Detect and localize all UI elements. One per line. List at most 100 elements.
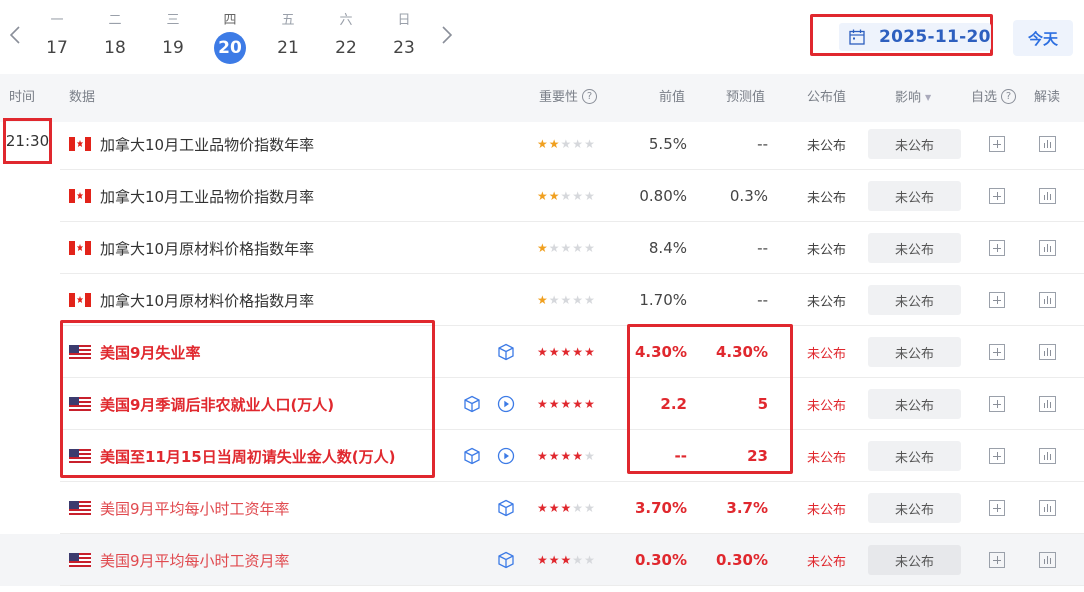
help-icon[interactable]: ?	[582, 89, 598, 104]
bar-chart-icon	[1039, 396, 1056, 412]
importance-stars: ★ ★ ★ ★ ★	[537, 534, 596, 586]
day-number: 20	[214, 32, 246, 64]
plus-square-icon	[989, 136, 1005, 152]
help-icon[interactable]: ?	[1001, 89, 1017, 104]
actual-value-cell: 未公布	[807, 482, 846, 534]
event-cell[interactable]: 加拿大10月原材料价格指数月率	[69, 274, 314, 326]
forecast-value: 0.30%	[715, 551, 768, 569]
event-name[interactable]: 加拿大10月工业品物价指数年率	[100, 134, 314, 155]
cube-icon[interactable]	[463, 378, 481, 430]
add-to-watchlist-button[interactable]	[989, 430, 1005, 482]
add-to-watchlist-button[interactable]	[989, 274, 1005, 326]
cube-icon[interactable]	[497, 482, 515, 534]
analysis-button[interactable]	[1039, 482, 1056, 534]
event-name[interactable]: 美国9月平均每小时工资月率	[100, 550, 290, 571]
table-row[interactable]: 加拿大10月工业品物价指数年率 ★ ★ ★ ★ ★ 5.5% -- 未公布 未公布	[0, 118, 1084, 170]
event-name[interactable]: 加拿大10月工业品物价指数月率	[100, 186, 314, 207]
event-cell[interactable]: 加拿大10月工业品物价指数月率	[69, 170, 314, 222]
event-name[interactable]: 美国9月平均每小时工资年率	[100, 498, 290, 519]
star-icon: ★	[572, 345, 585, 359]
day-18[interactable]: 二 18	[95, 12, 135, 64]
impact-badge: 未公布	[868, 181, 961, 211]
star-icon: ★	[572, 137, 585, 151]
add-to-watchlist-button[interactable]	[989, 534, 1005, 586]
plus-square-icon	[989, 500, 1005, 516]
header-impact[interactable]: 影响 ▼	[895, 74, 931, 122]
analysis-button[interactable]	[1039, 170, 1056, 222]
event-cell[interactable]: 加拿大10月工业品物价指数年率	[69, 118, 314, 170]
add-to-watchlist-button[interactable]	[989, 170, 1005, 222]
plus-square-icon	[989, 396, 1005, 412]
header-watchlist-label: 自选	[971, 90, 998, 105]
chevron-left-icon[interactable]	[8, 24, 22, 46]
header-previous: 前值	[659, 90, 686, 105]
star-icon: ★	[537, 553, 549, 567]
caret-down-icon[interactable]: ▼	[925, 74, 931, 122]
impact-cell: 未公布	[868, 118, 961, 170]
selected-date: 2025-11-20	[879, 27, 991, 47]
add-to-watchlist-button[interactable]	[989, 222, 1005, 274]
event-cell[interactable]: 美国9月平均每小时工资年率	[69, 482, 290, 534]
forecast-value-cell: --	[700, 118, 768, 170]
table-row[interactable]: 加拿大10月原材料价格指数年率 ★ ★ ★ ★ ★ 8.4% -- 未公布 未公布	[0, 222, 1084, 274]
table-row[interactable]: 美国9月平均每小时工资月率 ★ ★ ★ ★ ★ 0.30% 0.30% 未公布 未公布	[0, 534, 1084, 586]
cube-icon[interactable]	[497, 326, 515, 378]
star-icon: ★	[584, 397, 596, 411]
calendar-icon	[849, 29, 865, 45]
header-data: 数据	[69, 90, 96, 105]
date-picker[interactable]: 2025-11-20	[810, 14, 993, 56]
header-importance-label: 重要性	[539, 90, 579, 105]
cube-icon[interactable]	[497, 534, 515, 586]
analysis-button[interactable]	[1039, 430, 1056, 482]
add-to-watchlist-button[interactable]	[989, 118, 1005, 170]
event-name[interactable]: 加拿大10月原材料价格指数年率	[100, 238, 314, 259]
table-row[interactable]: 美国9月平均每小时工资年率 ★ ★ ★ ★ ★ 3.70% 3.7% 未公布 未公布	[0, 482, 1084, 534]
star-icon: ★	[584, 345, 596, 359]
day-20[interactable]: 四 20	[210, 12, 250, 64]
impact-cell: 未公布	[868, 534, 961, 586]
table-row[interactable]: 加拿大10月原材料价格指数月率 ★ ★ ★ ★ ★ 1.70% -- 未公布 未公布	[0, 274, 1084, 326]
impact-cell: 未公布	[868, 326, 961, 378]
star-icon: ★	[584, 241, 596, 255]
star-icon: ★	[560, 449, 573, 463]
add-to-watchlist-button[interactable]	[989, 482, 1005, 534]
weekday-label: 一	[50, 13, 64, 28]
forecast-value: --	[757, 291, 768, 309]
highlight-box-us-events	[60, 320, 435, 478]
forecast-value: 3.7%	[726, 499, 768, 517]
analysis-button[interactable]	[1039, 222, 1056, 274]
today-button[interactable]: 今天	[1013, 20, 1073, 56]
star-icon: ★	[548, 397, 561, 411]
row-divider	[60, 585, 1084, 586]
star-icon: ★	[584, 501, 596, 515]
analysis-button[interactable]	[1039, 326, 1056, 378]
day-23[interactable]: 日 23	[384, 12, 424, 64]
chevron-right-icon[interactable]	[440, 24, 454, 46]
day-19[interactable]: 三 19	[153, 12, 193, 64]
analysis-button[interactable]	[1039, 274, 1056, 326]
analysis-button[interactable]	[1039, 534, 1056, 586]
impact-badge: 未公布	[868, 441, 961, 471]
star-icon: ★	[572, 241, 585, 255]
importance-stars: ★ ★ ★ ★ ★	[537, 222, 596, 274]
play-icon[interactable]	[497, 430, 515, 482]
date-picker-field[interactable]: 2025-11-20	[839, 23, 991, 51]
plus-square-icon	[989, 344, 1005, 360]
event-cell[interactable]: 加拿大10月原材料价格指数年率	[69, 222, 314, 274]
day-number: 18	[104, 38, 126, 58]
event-cell[interactable]: 美国9月平均每小时工资月率	[69, 534, 290, 586]
day-21[interactable]: 五 21	[268, 12, 308, 64]
play-icon[interactable]	[497, 378, 515, 430]
day-22[interactable]: 六 22	[326, 12, 366, 64]
canada-flag-icon	[69, 189, 91, 203]
canada-flag-icon	[69, 241, 91, 255]
add-to-watchlist-button[interactable]	[989, 326, 1005, 378]
analysis-button[interactable]	[1039, 118, 1056, 170]
add-to-watchlist-button[interactable]	[989, 378, 1005, 430]
analysis-button[interactable]	[1039, 378, 1056, 430]
cube-icon[interactable]	[463, 430, 481, 482]
impact-badge: 未公布	[868, 545, 961, 575]
event-name[interactable]: 加拿大10月原材料价格指数月率	[100, 290, 314, 311]
table-row[interactable]: 加拿大10月工业品物价指数月率 ★ ★ ★ ★ ★ 0.80% 0.3% 未公布 未公布	[0, 170, 1084, 222]
day-17[interactable]: 一 17	[37, 12, 77, 64]
